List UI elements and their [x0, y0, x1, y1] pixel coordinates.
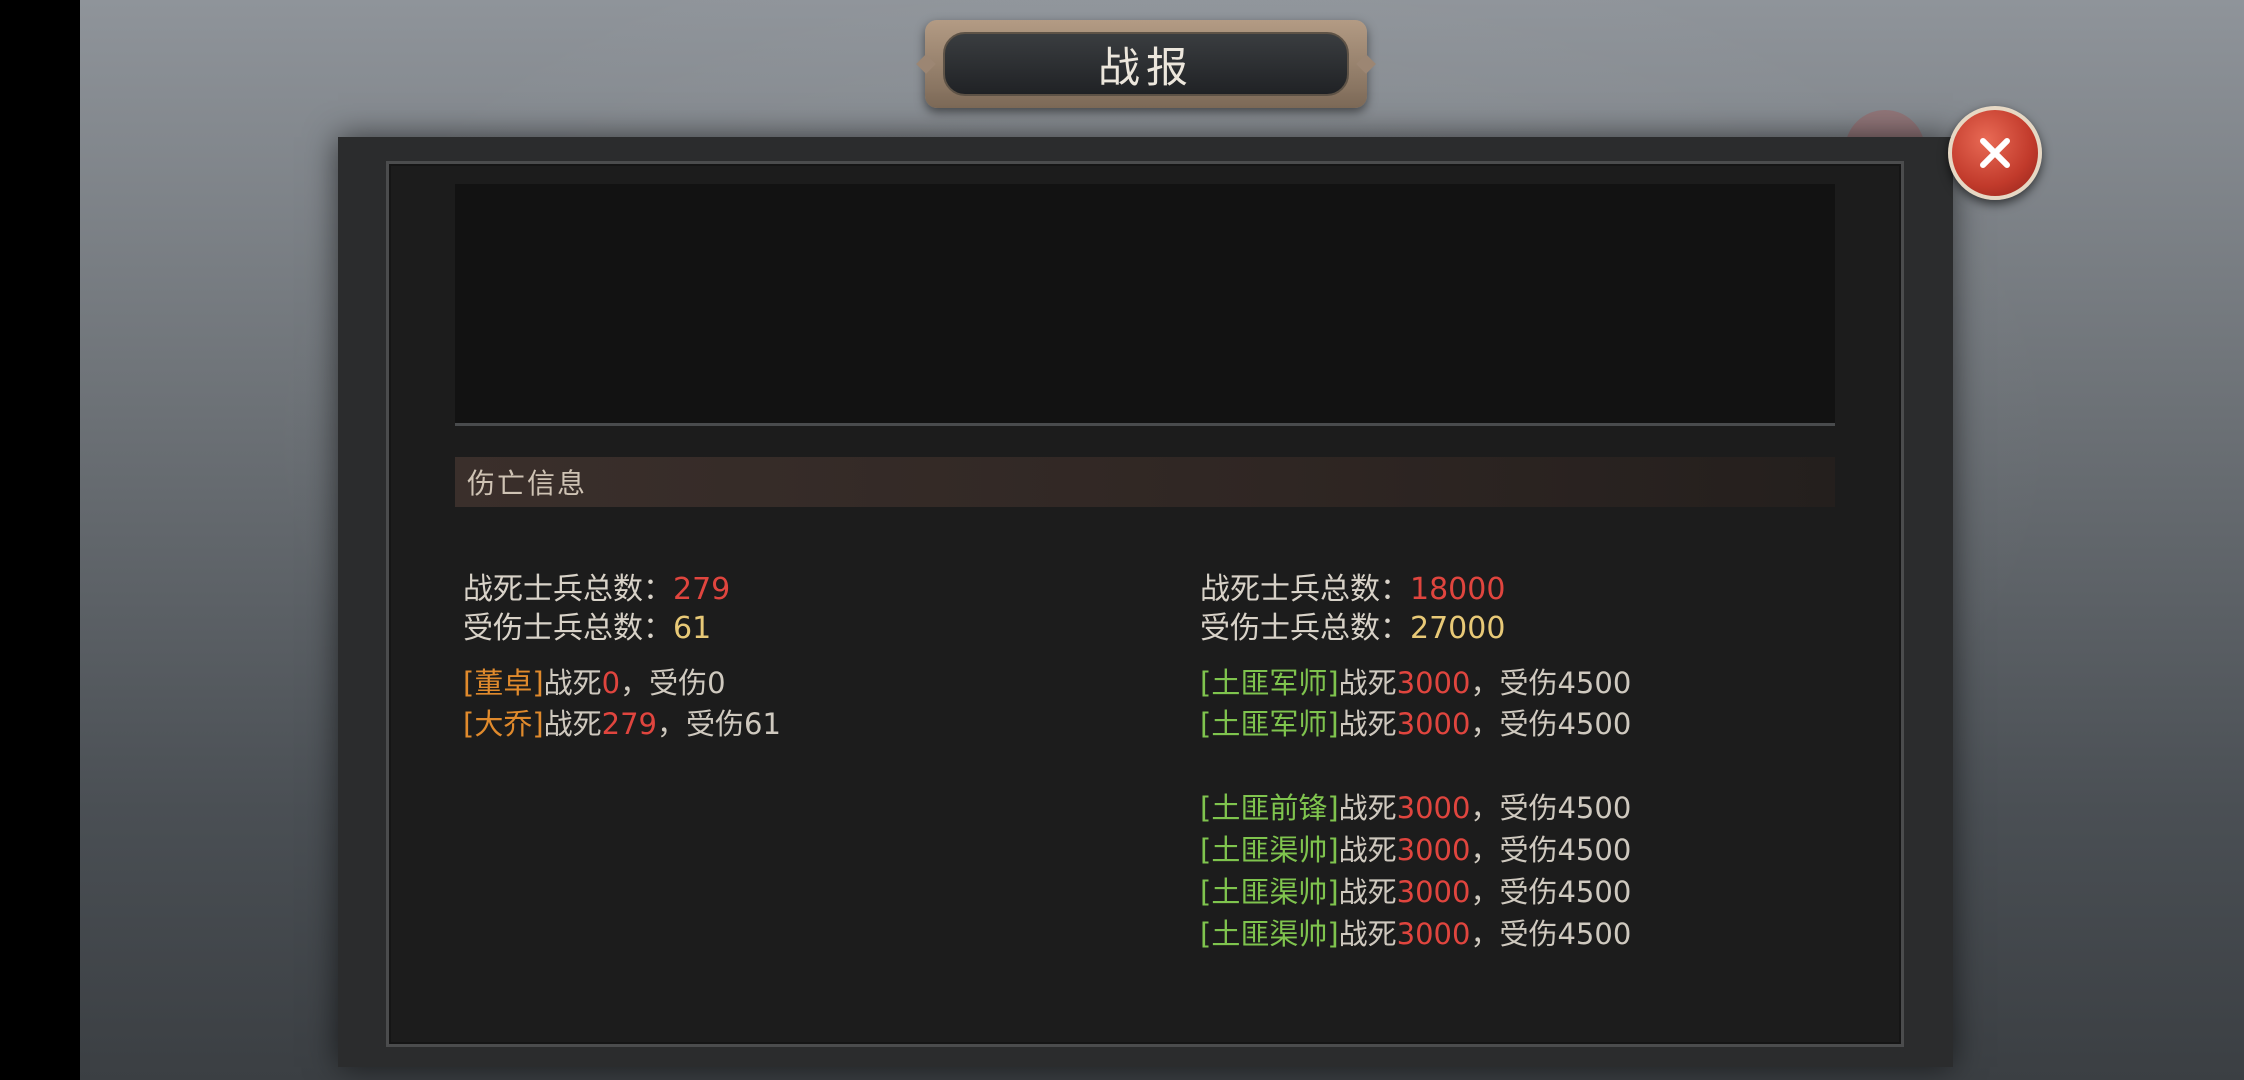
ally-killed-total: 战死士兵总数：279: [463, 564, 730, 608]
enemy-wounded-total: 受伤士兵总数：27000: [1200, 603, 1505, 647]
killed-label: 战死: [1338, 833, 1397, 867]
enemy-unit-row: [土匪军师]战死3000，受伤4500: [1200, 660, 1631, 702]
enemy-name: [土匪军师]: [1200, 707, 1339, 741]
wounded-label: ，受伤: [620, 666, 708, 700]
enemy-unit-row: [土匪渠帅]战死3000，受伤4500: [1200, 911, 1631, 953]
enemy-name: [土匪渠帅]: [1200, 875, 1339, 909]
enemy-unit-row: [土匪前锋]战死3000，受伤4500: [1200, 785, 1631, 827]
wounded-label: ，受伤: [1470, 833, 1558, 867]
general-name: [大乔]: [463, 707, 544, 741]
killed-value: 3000: [1396, 791, 1471, 825]
wounded-label: ，受伤: [1470, 917, 1558, 951]
wounded-value: 4500: [1557, 833, 1632, 867]
ally-general-row: [董卓]战死0，受伤0: [463, 660, 726, 702]
close-icon: [1980, 138, 2010, 168]
killed-label: 战死: [1338, 875, 1397, 909]
enemy-killed-total: 战死士兵总数：18000: [1200, 564, 1505, 608]
wounded-label: ，受伤: [657, 707, 745, 741]
wounded-value: 4500: [1557, 875, 1632, 909]
ally-wounded-label: 受伤士兵总数：: [463, 611, 673, 646]
wounded-value: 0: [707, 666, 726, 700]
wounded-label: ，受伤: [1470, 875, 1558, 909]
killed-value: 0: [601, 666, 621, 700]
wounded-value: 61: [744, 707, 781, 741]
killed-value: 3000: [1396, 707, 1471, 741]
enemy-killed-value: 18000: [1410, 572, 1506, 607]
killed-value: 3000: [1396, 833, 1471, 867]
casualty-section-header: 伤亡信息: [455, 457, 1835, 507]
title-plaque: 战报: [916, 20, 1376, 108]
killed-label: 战死: [1338, 791, 1397, 825]
enemy-name: [土匪军师]: [1200, 666, 1339, 700]
wounded-value: 4500: [1557, 707, 1632, 741]
enemy-unit-row: [土匪军师]战死3000，受伤4500: [1200, 701, 1631, 743]
enemy-name: [土匪前锋]: [1200, 791, 1339, 825]
enemy-killed-label: 战死士兵总数：: [1200, 572, 1410, 607]
killed-label: 战死: [1338, 707, 1397, 741]
battle-report-panel: 伤亡信息 战死士兵总数：279 受伤士兵总数：61 [董卓]战死0，受伤0 [大…: [338, 137, 1953, 1067]
section-title: 伤亡信息: [467, 467, 588, 500]
killed-value: 3000: [1396, 917, 1471, 951]
killed-label: 战死: [1338, 666, 1397, 700]
close-button[interactable]: [1948, 106, 2042, 200]
wounded-value: 4500: [1557, 791, 1632, 825]
enemy-wounded-label: 受伤士兵总数：: [1200, 611, 1410, 646]
wounded-label: ，受伤: [1470, 707, 1558, 741]
ally-wounded-total: 受伤士兵总数：61: [463, 603, 711, 647]
ally-killed-value: 279: [673, 572, 731, 607]
enemy-name: [土匪渠帅]: [1200, 833, 1339, 867]
wounded-label: ，受伤: [1470, 791, 1558, 825]
page-title: 战报: [1097, 42, 1194, 92]
killed-value: 3000: [1396, 666, 1471, 700]
killed-value: 279: [601, 707, 658, 741]
enemy-unit-row: [土匪渠帅]战死3000，受伤4500: [1200, 869, 1631, 911]
panel-frame: 伤亡信息 战死士兵总数：279 受伤士兵总数：61 [董卓]战死0，受伤0 [大…: [386, 161, 1904, 1047]
enemy-unit-row: [土匪渠帅]战死3000，受伤4500: [1200, 827, 1631, 869]
enemy-name: [土匪渠帅]: [1200, 917, 1339, 951]
title-inner: 战报: [943, 32, 1349, 96]
wounded-value: 4500: [1557, 666, 1632, 700]
divider: [455, 423, 1835, 426]
ally-wounded-value: 61: [673, 611, 712, 646]
killed-label: 战死: [543, 666, 602, 700]
killed-value: 3000: [1396, 875, 1471, 909]
ally-killed-label: 战死士兵总数：: [463, 572, 673, 607]
wounded-label: ，受伤: [1470, 666, 1558, 700]
killed-label: 战死: [543, 707, 602, 741]
battle-summary-area: [455, 184, 1835, 424]
killed-label: 战死: [1338, 917, 1397, 951]
enemy-wounded-value: 27000: [1410, 611, 1506, 646]
wounded-value: 4500: [1557, 917, 1632, 951]
ally-general-row: [大乔]战死279，受伤61: [463, 701, 781, 743]
left-black-bar: [0, 0, 80, 1080]
general-name: [董卓]: [463, 666, 544, 700]
